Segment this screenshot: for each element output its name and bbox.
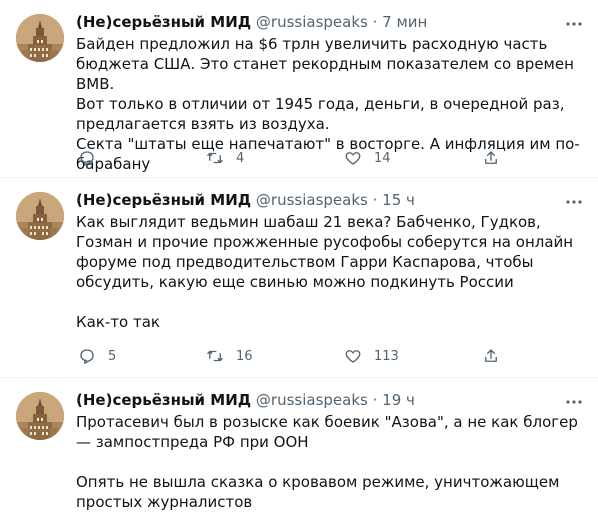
tweet-paragraph: Байден предложил на $6 трлн увеличить ра… xyxy=(76,35,574,93)
retweet-count: 4 xyxy=(236,150,245,166)
more-icon[interactable] xyxy=(564,14,584,34)
reply-icon xyxy=(80,151,94,166)
retweet-icon xyxy=(207,152,223,164)
retweet-button[interactable]: 16 xyxy=(206,346,253,366)
avatar-image xyxy=(16,14,64,62)
reply-button[interactable] xyxy=(78,148,108,168)
like-button[interactable]: 14 xyxy=(344,148,391,168)
share-icon xyxy=(485,151,497,164)
tweet-header: (Не)серьёзный МИД @russiaspeaks · 15 ч xyxy=(76,190,415,210)
tweet-header: (Не)серьёзный МИД @russiaspeaks · 19 ч xyxy=(76,390,415,410)
avatar[interactable] xyxy=(16,192,64,240)
handle[interactable]: @russiaspeaks xyxy=(256,391,368,409)
share-button[interactable] xyxy=(482,346,500,366)
like-count: 14 xyxy=(374,150,391,166)
tweet-text: Как выглядит ведьмин шабаш 21 века? Бабч… xyxy=(76,212,584,332)
tweet-actions: 5 16 113 xyxy=(76,346,506,366)
display-name[interactable]: (Не)серьёзный МИД xyxy=(76,13,251,31)
separator: · xyxy=(372,191,378,209)
tweet-paragraph: Как выглядит ведьмин шабаш 21 века? Бабч… xyxy=(76,213,574,291)
separator: · xyxy=(372,391,378,409)
tweet-paragraph: Как-то так xyxy=(76,313,160,331)
retweet-icon xyxy=(207,350,223,362)
like-icon xyxy=(345,350,361,363)
retweet-count: 16 xyxy=(236,348,253,364)
tweet-paragraph: Опять не вышла сказка о кровавом режиме,… xyxy=(76,473,560,511)
reply-button[interactable]: 5 xyxy=(78,346,116,366)
tweet[interactable]: (Не)серьёзный МИД @russiaspeaks · 15 ч К… xyxy=(0,178,598,378)
display-name[interactable]: (Не)серьёзный МИД xyxy=(76,191,251,209)
timestamp[interactable]: 7 мин xyxy=(382,13,427,31)
avatar[interactable] xyxy=(16,14,64,62)
like-icon xyxy=(345,152,361,165)
reply-count: 5 xyxy=(108,348,117,364)
more-icon[interactable] xyxy=(564,392,584,412)
separator: · xyxy=(372,13,378,31)
handle[interactable]: @russiaspeaks xyxy=(256,191,368,209)
handle[interactable]: @russiaspeaks xyxy=(256,13,368,31)
tweet-paragraph xyxy=(76,452,584,472)
tweet-actions: 4 14 xyxy=(76,148,506,168)
tweet[interactable]: (Не)серьёзный МИД @russiaspeaks · 7 мин … xyxy=(0,0,598,178)
tweet[interactable]: (Не)серьёзный МИД @russiaspeaks · 19 ч П… xyxy=(0,378,598,516)
timestamp[interactable]: 19 ч xyxy=(382,391,415,409)
tweet-text: Протасевич был в розыске как боевик "Азо… xyxy=(76,412,584,512)
avatar[interactable] xyxy=(16,392,64,440)
share-button[interactable] xyxy=(482,148,500,168)
tweet-header: (Не)серьёзный МИД @russiaspeaks · 7 мин xyxy=(76,12,427,32)
tweet-paragraph xyxy=(76,292,584,312)
tweet-paragraph: Вот только в отличии от 1945 года, деньг… xyxy=(76,95,565,133)
like-button[interactable]: 113 xyxy=(344,346,399,366)
tweet-paragraph: Протасевич был в розыске как боевик "Азо… xyxy=(76,413,578,451)
like-count: 113 xyxy=(374,348,399,364)
reply-icon xyxy=(80,349,94,364)
more-icon[interactable] xyxy=(564,192,584,212)
retweet-button[interactable]: 4 xyxy=(206,148,244,168)
display-name[interactable]: (Не)серьёзный МИД xyxy=(76,391,251,409)
share-icon xyxy=(485,349,497,362)
timestamp[interactable]: 15 ч xyxy=(382,191,415,209)
avatar-image xyxy=(16,192,64,240)
avatar-image xyxy=(16,392,64,440)
